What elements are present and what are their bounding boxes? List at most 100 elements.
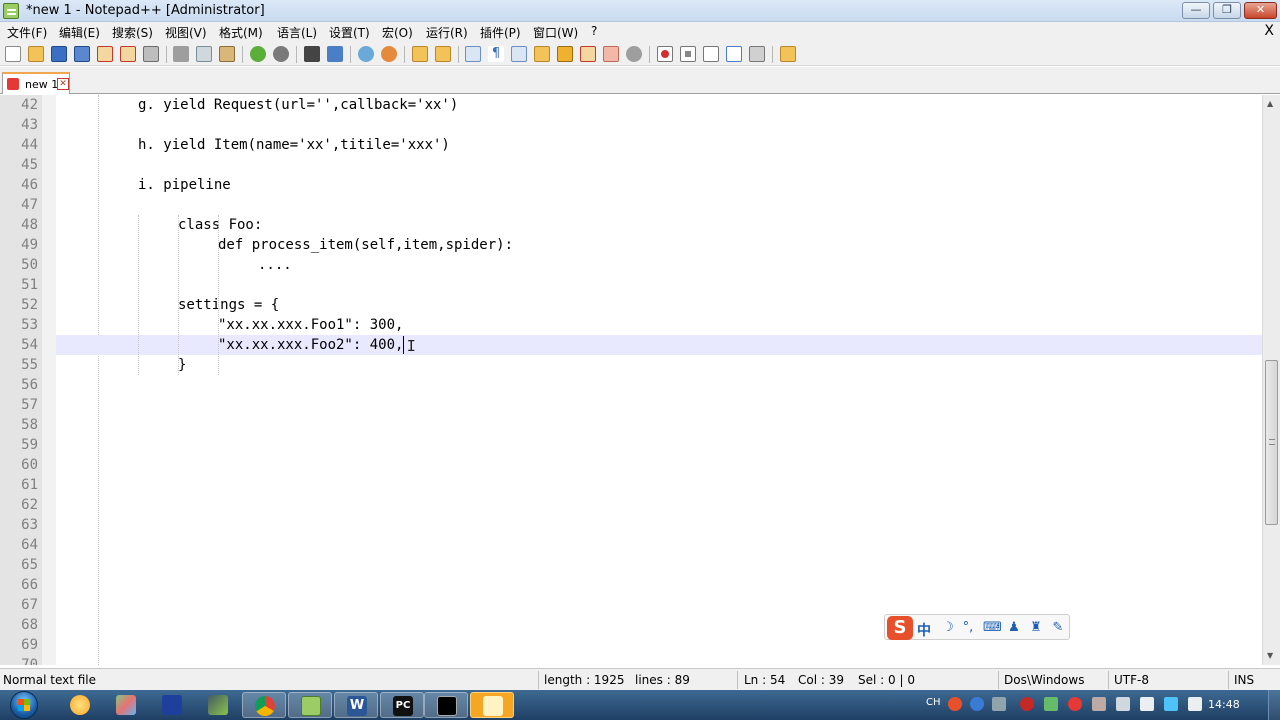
show-desktop-button[interactable] [1268, 690, 1280, 720]
print-icon[interactable] [143, 46, 159, 62]
taskbar-cmd[interactable] [424, 692, 468, 718]
code-area[interactable]: 42 g. yield Request(url='',callback='xx')… [21, 95, 1262, 665]
taskbar-notepadpp[interactable] [288, 692, 332, 718]
doc-map-icon[interactable] [557, 46, 573, 62]
menu-settings[interactable]: 设置(T) [329, 24, 370, 41]
wrench-icon[interactable]: ✎ [1051, 621, 1065, 635]
scroll-up-icon[interactable]: ▲ [1267, 99, 1273, 108]
tray-language[interactable]: CH [926, 697, 941, 708]
code-line[interactable]: 49 def process_item(self,item,spider): [21, 235, 1262, 255]
code-line[interactable]: 64 [21, 535, 1262, 555]
undo-icon[interactable] [250, 46, 266, 62]
editor[interactable]: 42 g. yield Request(url='',callback='xx')… [0, 95, 1262, 665]
skin-icon[interactable]: ♜ [1029, 621, 1043, 635]
menu-format[interactable]: 格式(M) [219, 24, 263, 41]
menu-file[interactable]: 文件(F) [7, 24, 47, 41]
code-line[interactable]: 48 class Foo: [21, 215, 1262, 235]
code-line[interactable]: 51 [21, 275, 1262, 295]
code-line[interactable]: 65 [21, 555, 1262, 575]
taskbar-network[interactable] [104, 692, 148, 718]
taskbar-word[interactable]: W [334, 692, 378, 718]
open-file-icon[interactable] [28, 46, 44, 62]
code-line[interactable]: 60 [21, 455, 1262, 475]
close-all-icon[interactable] [120, 46, 136, 62]
menu-macro[interactable]: 宏(O) [382, 24, 413, 41]
folder-workspace-icon[interactable] [603, 46, 619, 62]
tray-app-icon[interactable] [1044, 697, 1058, 711]
ime-toolbar[interactable]: S 中 ☽ °, ⌨ ♟ ♜ ✎ [884, 614, 1070, 640]
code-line[interactable]: 69 [21, 635, 1262, 655]
redo-icon[interactable] [273, 46, 289, 62]
taskbar-chrome[interactable] [242, 692, 286, 718]
tray-record-icon[interactable] [1068, 697, 1082, 711]
sogou-logo-icon[interactable]: S [887, 616, 913, 640]
save-icon[interactable] [51, 46, 67, 62]
save-all-icon[interactable] [74, 46, 90, 62]
show-all-chars-icon[interactable]: ¶ [488, 46, 504, 62]
zoom-out-icon[interactable] [381, 46, 397, 62]
tray-sogou-icon[interactable] [948, 697, 962, 711]
code-line[interactable]: 50.... [21, 255, 1262, 275]
fold-margin[interactable] [42, 95, 56, 665]
code-line[interactable]: 46 i. pipeline [21, 175, 1262, 195]
tray-safely-remove-icon[interactable] [1116, 697, 1130, 711]
find-icon[interactable] [304, 46, 320, 62]
status-insert-mode[interactable]: INS [1234, 673, 1254, 687]
code-line[interactable]: 55} [21, 355, 1262, 375]
tray-cup-icon[interactable] [1092, 697, 1106, 711]
zoom-in-icon[interactable] [358, 46, 374, 62]
menu-plugins[interactable]: 插件(P) [480, 24, 521, 41]
minimize-button[interactable]: — [1182, 2, 1210, 19]
scrollbar-thumb[interactable] [1265, 360, 1278, 525]
menu-language[interactable]: 语言(L) [277, 24, 317, 41]
taskbar-tools[interactable] [196, 692, 240, 718]
menu-edit[interactable]: 编辑(E) [59, 24, 100, 41]
monitoring-icon[interactable] [626, 46, 642, 62]
keyboard-icon[interactable]: ⌨ [983, 621, 1002, 635]
code-line[interactable]: 52 settings = { [21, 295, 1262, 315]
user-icon[interactable]: ♟ [1007, 621, 1021, 635]
stop-record-icon[interactable] [680, 46, 696, 62]
code-line[interactable]: 53 "xx.xx.xxx.Foo1": 300, [21, 315, 1262, 335]
code-line[interactable]: 59 [21, 435, 1262, 455]
record-macro-icon[interactable] [657, 46, 673, 62]
save-macro-icon[interactable] [749, 46, 765, 62]
tray-help-icon[interactable] [970, 697, 984, 711]
scroll-down-icon[interactable]: ▼ [1267, 651, 1273, 660]
tray-connection-icon[interactable] [992, 697, 1006, 711]
vertical-scrollbar[interactable]: ▲ ▼ [1262, 95, 1280, 665]
taskbar-pycharm[interactable]: PC [380, 692, 424, 718]
close-document-button[interactable]: X [1264, 23, 1274, 39]
replace-icon[interactable] [327, 46, 343, 62]
tray-volume-icon[interactable] [1188, 697, 1202, 711]
taskbar-clock[interactable]: 14:48 [1208, 698, 1240, 711]
code-line[interactable]: 63 [21, 515, 1262, 535]
code-line[interactable]: 61 [21, 475, 1262, 495]
taskbar-save-disk[interactable] [150, 692, 194, 718]
code-line[interactable]: 62 [21, 495, 1262, 515]
user-lang-icon[interactable] [534, 46, 550, 62]
menu-run[interactable]: 运行(R) [426, 24, 468, 41]
taskbar-sticky[interactable] [470, 692, 514, 718]
code-line[interactable]: 68 [21, 615, 1262, 635]
code-line[interactable]: 54 "xx.xx.xxx.Foo2": 400, I [21, 335, 1262, 355]
tab-close-icon[interactable]: ✕ [57, 78, 69, 90]
code-line[interactable]: 58 [21, 415, 1262, 435]
moon-icon[interactable]: ☽ [941, 621, 955, 635]
tray-network-icon[interactable] [1164, 697, 1178, 711]
indent-guide-icon[interactable] [511, 46, 527, 62]
tab-new-1[interactable]: new 1 ✕ [2, 72, 70, 94]
plugin-icon[interactable] [780, 46, 796, 62]
code-line[interactable]: 47 [21, 195, 1262, 215]
run-macro-multiple-icon[interactable] [726, 46, 742, 62]
status-eol[interactable]: Dos\Windows [1004, 673, 1084, 687]
taskbar-paint[interactable] [58, 692, 102, 718]
code-line[interactable]: 56 [21, 375, 1262, 395]
menu-search[interactable]: 搜索(S) [112, 24, 153, 41]
status-encoding[interactable]: UTF-8 [1114, 673, 1149, 687]
code-line[interactable]: 66 [21, 575, 1262, 595]
ime-language-toggle[interactable]: 中 [917, 620, 931, 640]
new-file-icon[interactable] [5, 46, 21, 62]
sync-horizontal-icon[interactable] [435, 46, 451, 62]
sync-vertical-icon[interactable] [412, 46, 428, 62]
